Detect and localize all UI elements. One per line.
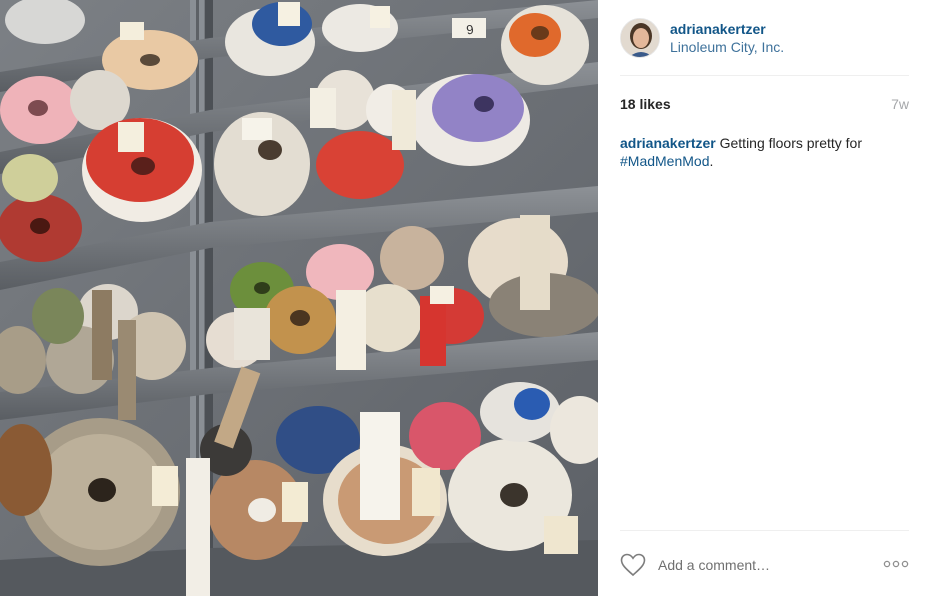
- caption-username-link[interactable]: adrianakertzer: [620, 135, 716, 151]
- caption-end: .: [709, 153, 714, 169]
- comment-input[interactable]: [658, 555, 878, 575]
- heart-outline-icon: [620, 553, 646, 577]
- profile-photo-icon: [621, 19, 659, 57]
- post-header: adrianakertzer Linoleum City, Inc.: [620, 16, 909, 76]
- more-options-button[interactable]: [883, 557, 909, 571]
- more-options-icon: [883, 560, 909, 568]
- post-photo[interactable]: 9: [0, 0, 598, 596]
- avatar[interactable]: [620, 18, 660, 58]
- comment-bar: [620, 530, 909, 596]
- like-button[interactable]: [620, 553, 646, 577]
- location-link[interactable]: Linoleum City, Inc.: [670, 38, 784, 56]
- username-link[interactable]: adrianakertzer: [670, 20, 784, 38]
- caption-text: Getting floors pretty for: [715, 135, 863, 151]
- user-block: adrianakertzer Linoleum City, Inc.: [670, 20, 784, 56]
- post-side-panel: adrianakertzer Linoleum City, Inc. 18 li…: [598, 0, 933, 596]
- post-age[interactable]: 7w: [891, 96, 909, 112]
- post-stats: 18 likes 7w: [620, 96, 909, 114]
- carpet-rolls-photo: [0, 0, 598, 596]
- hashtag-link[interactable]: #MadMenMod: [620, 153, 710, 169]
- likes-count[interactable]: 18 likes: [620, 96, 671, 112]
- caption: adrianakertzer Getting floors pretty for…: [620, 134, 909, 170]
